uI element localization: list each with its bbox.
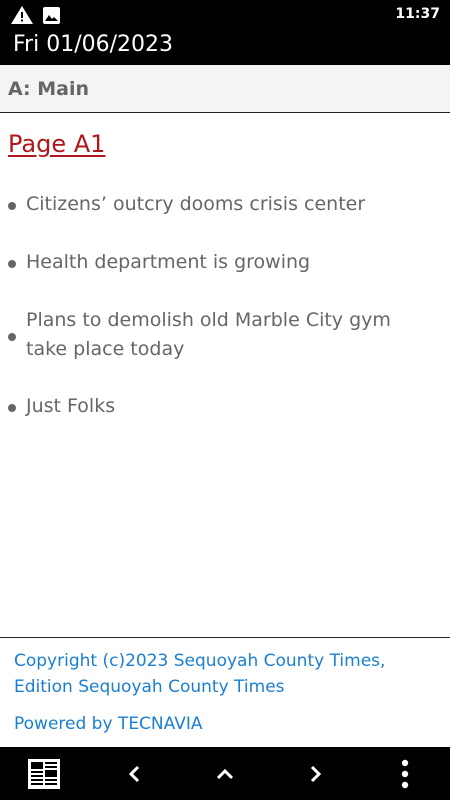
bullet-icon xyxy=(8,260,16,268)
up-button[interactable] xyxy=(208,757,242,791)
article-title: Citizens’ outcry dooms crisis center xyxy=(26,193,366,215)
article-item[interactable]: Citizens’ outcry dooms crisis center xyxy=(0,190,385,219)
more-options-button[interactable] xyxy=(388,757,422,791)
next-button[interactable] xyxy=(298,757,332,791)
newspaper-icon xyxy=(28,759,60,789)
warning-icon xyxy=(11,6,33,24)
page-link[interactable]: Page A1 xyxy=(8,130,105,158)
previous-button[interactable] xyxy=(118,757,152,791)
more-vertical-icon xyxy=(401,759,409,789)
bullet-icon xyxy=(8,404,16,412)
footer: Copyright (c)2023 Sequoyah County Times,… xyxy=(0,637,450,747)
chevron-up-icon xyxy=(216,768,234,780)
status-bar: 11:37 xyxy=(0,0,450,30)
bottom-toolbar xyxy=(0,747,450,800)
chevron-left-icon xyxy=(128,765,140,783)
article-item[interactable]: Plans to demolish old Marble City gym ta… xyxy=(0,306,450,364)
chevron-right-icon xyxy=(310,765,322,783)
copyright-link[interactable]: Copyright (c)2023 Sequoyah County Times,… xyxy=(14,648,434,700)
edition-date: Fri 01/06/2023 xyxy=(13,32,174,57)
section-header: A: Main xyxy=(0,65,450,113)
newspaper-button[interactable] xyxy=(27,757,61,791)
article-title: Plans to demolish old Marble City gym ta… xyxy=(26,309,391,360)
article-title: Health department is growing xyxy=(26,251,311,273)
image-icon xyxy=(43,7,60,24)
section-label: A: Main xyxy=(8,78,90,100)
title-bar: Fri 01/06/2023 xyxy=(0,30,450,65)
article-title: Just Folks xyxy=(26,395,116,417)
article-item[interactable]: Just Folks xyxy=(0,392,135,421)
article-item[interactable]: Health department is growing xyxy=(0,248,330,277)
powered-by-link[interactable]: Powered by TECNAVIA xyxy=(14,714,202,734)
clock-time: 11:37 xyxy=(395,6,440,22)
bullet-icon xyxy=(8,202,16,210)
bullet-icon xyxy=(8,333,16,341)
